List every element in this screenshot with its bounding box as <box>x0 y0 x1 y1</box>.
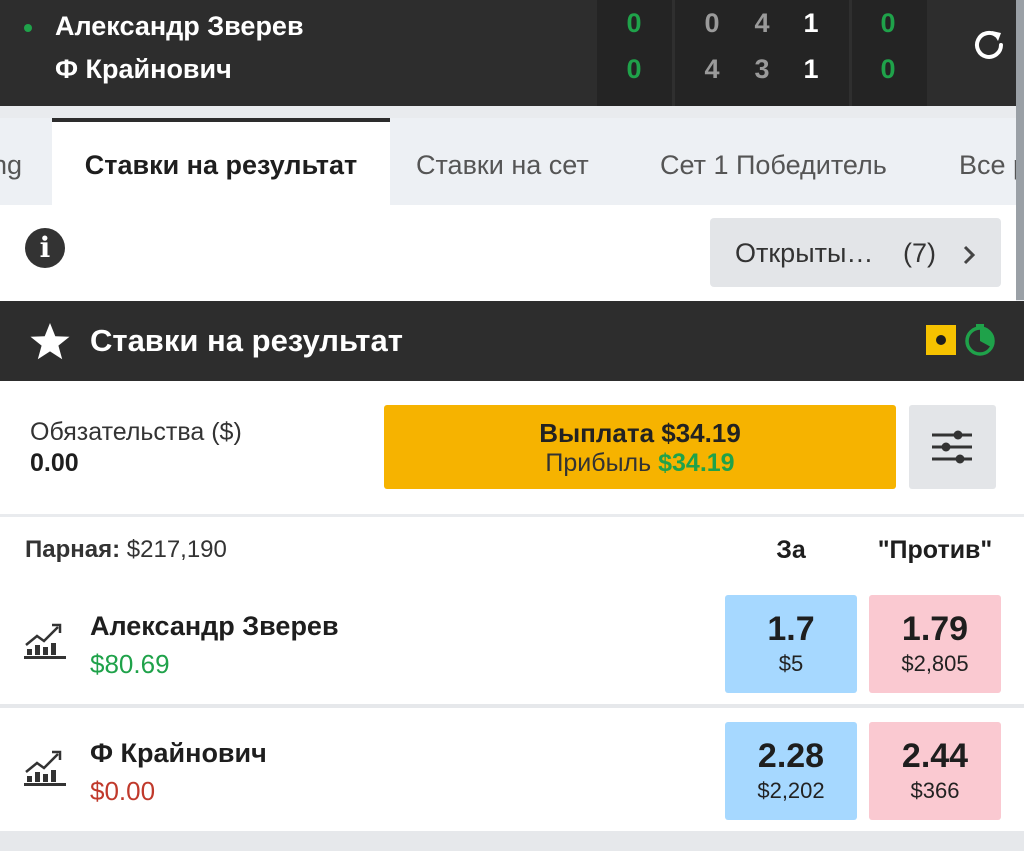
back-size: $5 <box>778 651 804 676</box>
market-header: Ставки на результат <box>0 301 1024 381</box>
live-indicator <box>24 24 32 32</box>
row-divider <box>0 831 1024 851</box>
tab-match-odds[interactable]: Ставки на результат <box>52 118 390 205</box>
scrollbar[interactable] <box>1016 0 1024 300</box>
profit-value: $34.19 <box>658 449 735 477</box>
tab-all[interactable]: Все р <box>959 118 1016 205</box>
runner-profit-loss: $80.69 <box>90 649 170 679</box>
liability-label: Обязательства ($) <box>30 418 242 446</box>
p2-set2: 3 <box>754 54 770 84</box>
lay-size: $2,805 <box>901 651 969 676</box>
p1-set1: 0 <box>704 8 720 38</box>
p2-sets: 1 <box>803 54 819 84</box>
open-bets-count: (7) <box>903 238 936 268</box>
p1-game-points: 0 <box>880 8 896 38</box>
chevron-right-icon <box>963 245 976 265</box>
profit-label: Прибыль <box>545 449 659 477</box>
liability-row: Обязательства ($) 0.00 Выплата $34.19 Пр… <box>0 381 1024 514</box>
tab-prev[interactable]: ng <box>0 118 22 205</box>
cash-out-button[interactable]: Выплата $34.19 Прибыль $34.19 <box>384 405 896 489</box>
lay-price: 2.44 <box>901 737 969 775</box>
liability-value: 0.00 <box>30 449 79 477</box>
matched-amount: Парная: $217,190 <box>25 536 227 564</box>
back-odds-button[interactable]: 1.7 $5 <box>725 595 857 693</box>
p2-set1: 4 <box>704 54 720 84</box>
p1-points: 0 <box>626 8 642 38</box>
p1-set2: 4 <box>754 8 770 38</box>
lay-odds-button[interactable]: 1.79 $2,805 <box>869 595 1001 693</box>
info-row: i Открыты… (7) <box>0 205 1016 301</box>
live-stream-icon[interactable] <box>926 325 956 355</box>
refresh-icon[interactable] <box>968 24 1010 66</box>
chart-icon[interactable] <box>24 746 66 786</box>
score-divider <box>672 0 675 106</box>
runner-row: Ф Крайнович $0.00 2.28 $2,202 2.44 $366 <box>0 708 1024 831</box>
back-odds-button[interactable]: 2.28 $2,202 <box>725 722 857 820</box>
matched-row: Парная: $217,190 За "Против" <box>0 517 1024 581</box>
info-icon[interactable]: i <box>25 228 65 268</box>
scoreboard-player2: Ф Крайнович <box>55 54 232 84</box>
profit-text: Прибыль $34.19 <box>384 449 896 478</box>
open-bets-label: Открыты… <box>735 238 874 268</box>
lay-column-header: "Против" <box>877 536 993 564</box>
cash-out-settings-button[interactable] <box>909 405 996 489</box>
market-title: Ставки на результат <box>90 323 403 358</box>
lay-size: $366 <box>910 778 960 803</box>
in-play-timer-icon <box>965 324 995 356</box>
back-size: $2,202 <box>757 778 825 803</box>
matched-label: Парная: <box>25 536 121 563</box>
lay-odds-button[interactable]: 2.44 $366 <box>869 722 1001 820</box>
back-column-header: За <box>776 536 806 564</box>
matched-value: $217,190 <box>120 536 227 563</box>
star-icon[interactable] <box>29 321 71 363</box>
back-price: 1.7 <box>767 610 815 648</box>
chart-icon[interactable] <box>24 619 66 659</box>
p2-game-points: 0 <box>880 54 896 84</box>
p1-sets: 1 <box>803 8 819 38</box>
lay-price: 1.79 <box>901 610 969 648</box>
runner-name: Александр Зверев <box>90 611 339 641</box>
runner-profit-loss: $0.00 <box>90 776 156 806</box>
score-panel: 0 0 4 1 0 0 4 3 1 0 <box>597 0 927 106</box>
back-price: 2.28 <box>757 737 825 775</box>
sliders-icon <box>932 430 972 464</box>
scoreboard: Александр Зверев Ф Крайнович 0 0 4 1 0 0… <box>0 0 1016 106</box>
score-divider <box>849 0 852 106</box>
scoreboard-player1: Александр Зверев <box>55 11 304 41</box>
tab-set1-winner[interactable]: Сет 1 Победитель <box>660 118 887 205</box>
market-tabs: ng Ставки на результат Ставки на сет Сет… <box>0 118 1016 205</box>
payout-text: Выплата $34.19 <box>539 418 741 448</box>
open-bets-button[interactable]: Открыты… (7) <box>710 218 1001 287</box>
runner-row: Александр Зверев $80.69 1.7 $5 1.79 $2,8… <box>0 581 1024 704</box>
p2-points: 0 <box>626 54 642 84</box>
tab-set-betting[interactable]: Ставки на сет <box>416 118 589 205</box>
runner-name: Ф Крайнович <box>90 738 267 768</box>
